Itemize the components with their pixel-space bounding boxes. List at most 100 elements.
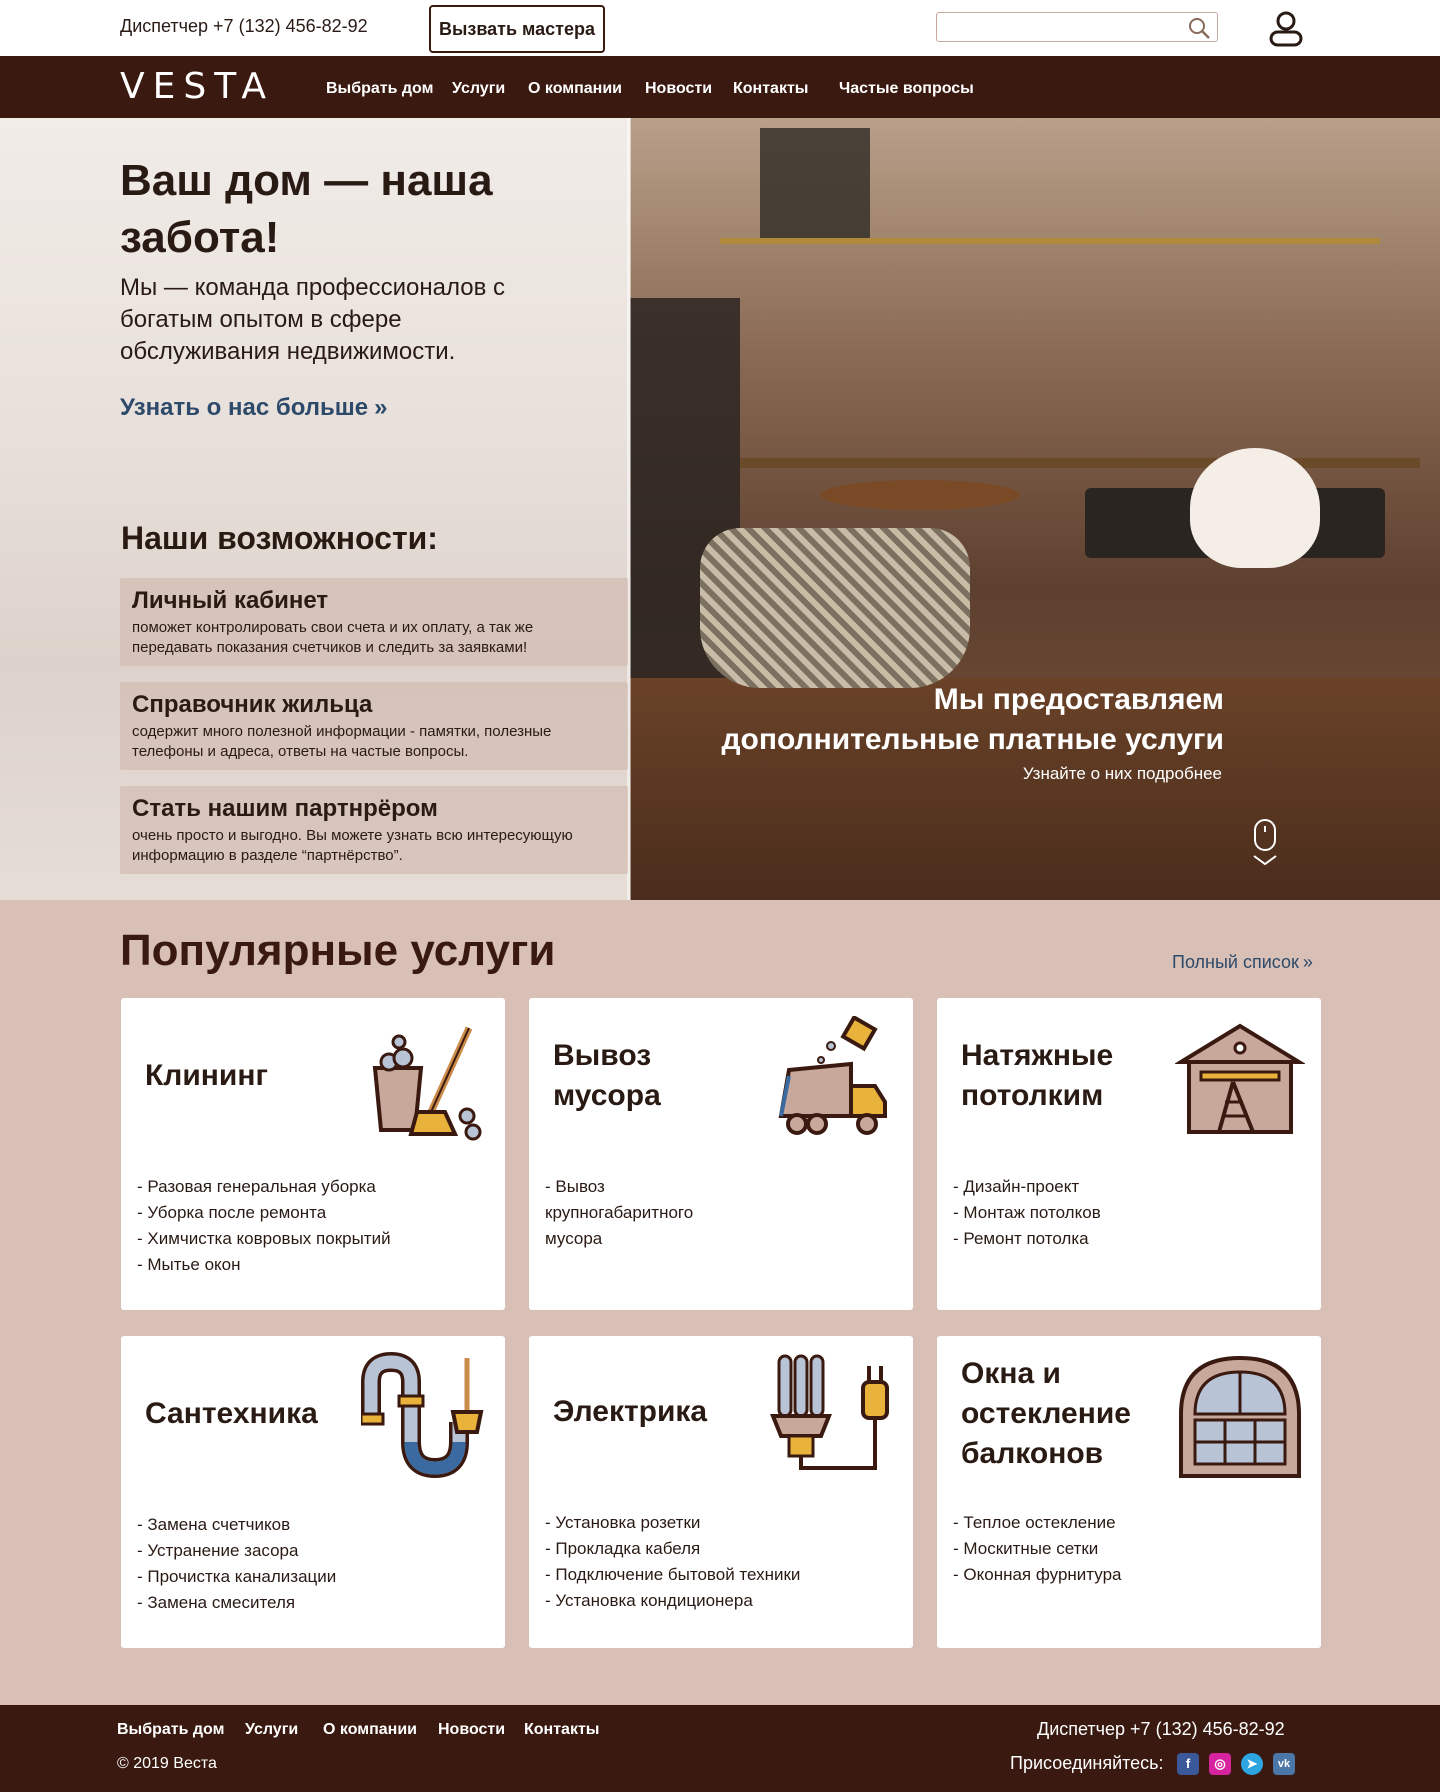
services-title: Популярные услуги	[120, 926, 556, 975]
dispatcher-phone[interactable]: Диспетчер +7 (132) 456-82-92	[120, 16, 368, 37]
nav-contacts[interactable]: Контакты	[733, 80, 808, 98]
instagram-icon[interactable]: ◎	[1209, 1753, 1231, 1775]
nav-about[interactable]: О компании	[528, 80, 622, 98]
capability-desc: очень просто и выгодно. Вы можете узнать…	[132, 827, 573, 864]
hero-title: Ваш дом — наша забота!	[120, 156, 493, 262]
hero-photo-shelf	[720, 238, 1380, 244]
capability-resident-guide[interactable]: Справочник жильца содержит много полезно…	[120, 682, 628, 770]
paid-services-promo-link[interactable]: Узнайте о них подробнее	[900, 764, 1222, 784]
service-list: - Дизайн-проект - Монтаж потолков - Ремо…	[953, 1174, 1303, 1252]
service-card-title: Вывоз мусора	[553, 1039, 661, 1112]
hero-photo-books	[760, 128, 870, 238]
nav-services[interactable]: Услуги	[452, 80, 505, 98]
service-list-item: - Дизайн-проект	[953, 1177, 1080, 1196]
service-list-item: - Замена счетчиков	[137, 1515, 291, 1534]
top-bar: Диспетчер +7 (132) 456-82-92 Вызвать мас…	[0, 0, 1440, 56]
service-card-title: Окна и остекление балконов	[961, 1357, 1131, 1470]
service-list-item: - Разовая генеральная уборка	[137, 1177, 376, 1196]
full-list-link[interactable]: Полный список»	[1172, 952, 1313, 973]
about-more-link-label: Узнать о нас больше	[120, 394, 369, 421]
facebook-icon[interactable]: f	[1177, 1753, 1199, 1775]
footer-nav-services[interactable]: Услуги	[245, 1721, 298, 1739]
nav-choose-house[interactable]: Выбрать дом	[326, 80, 433, 98]
capability-partner[interactable]: Стать нашим партнрёром очень просто и вы…	[120, 786, 628, 874]
service-list-item: - Теплое остекление	[953, 1513, 1116, 1532]
service-list: - Установка розетки - Прокладка кабеля -…	[545, 1510, 895, 1614]
service-list: - Разовая генеральная уборка - Уборка по…	[137, 1174, 487, 1278]
search-input[interactable]	[937, 13, 1177, 41]
footer-nav-contacts[interactable]: Контакты	[524, 1721, 599, 1739]
footer-nav-news[interactable]: Новости	[438, 1721, 505, 1739]
nav-news[interactable]: Новости	[645, 80, 712, 98]
service-list-item: - Оконная фурнитура	[953, 1565, 1122, 1584]
cleaning-icon	[372, 1026, 482, 1141]
footer: Выбрать дом Услуги О компании Новости Ко…	[0, 1705, 1440, 1792]
hero-divider	[627, 118, 631, 900]
capabilities-title: Наши возможности:	[121, 520, 438, 556]
service-card-windows[interactable]: Окна и остекление балконов - Теплое осте…	[937, 1336, 1321, 1648]
service-card-electrics[interactable]: Электрика - Установка розетки - Прокладк…	[529, 1336, 913, 1648]
footer-nav-choose-house[interactable]: Выбрать дом	[117, 1721, 224, 1739]
double-chevron-right-icon: »	[1302, 952, 1313, 972]
call-master-button[interactable]: Вызвать мастера	[429, 5, 605, 53]
hero-description: Мы — команда профессионалов с богатым оп…	[120, 274, 505, 365]
garbage-truck-icon	[778, 1016, 887, 1135]
service-list-item: - Прочистка канализации	[137, 1567, 337, 1586]
capability-title: Личный кабинет	[132, 587, 329, 614]
about-more-link[interactable]: Узнать о нас больше»	[120, 394, 387, 422]
scroll-mouse-icon[interactable]	[1250, 818, 1282, 868]
service-card-plumbing[interactable]: Сантехника - Замена счетчиков - Устранен…	[121, 1336, 505, 1648]
hero-section: Ваш дом — наша забота! Мы — команда проф…	[0, 118, 1440, 900]
capability-desc: поможет контролировать свои счета и их о…	[132, 619, 534, 656]
main-nav: VESTA Выбрать дом Услуги О компании Ново…	[0, 56, 1440, 118]
service-list: - Замена счетчиков - Устранение засора -…	[137, 1512, 487, 1616]
copyright: © 2019 Веста	[117, 1755, 217, 1772]
house-ladder-icon	[1175, 1023, 1305, 1134]
service-list-item: - Вывоз крупногабаритного мусора	[545, 1177, 694, 1248]
nav-faq[interactable]: Частые вопросы	[839, 80, 974, 98]
vk-icon[interactable]: vk	[1273, 1753, 1295, 1775]
service-card-title: Электрика	[553, 1395, 708, 1428]
service-list: - Вывоз крупногабаритного мусора	[545, 1174, 725, 1252]
service-list-item: - Химчистка ковровых покрытий	[137, 1229, 391, 1248]
footer-join-label: Присоединяйтесь:	[1010, 1753, 1164, 1773]
service-list-item: - Мытье окон	[137, 1255, 241, 1274]
hero-photo-table	[820, 480, 1020, 510]
full-list-label: Полный список	[1172, 952, 1299, 972]
capability-desc: содержит много полезной информации - пам…	[132, 723, 552, 760]
capability-title: Справочник жильца	[132, 691, 373, 718]
hero-photo-shelf-lower	[740, 458, 1420, 468]
service-list-item: - Установка розетки	[545, 1513, 701, 1532]
service-list-item: - Монтаж потолков	[953, 1203, 1101, 1222]
service-card-ceilings[interactable]: Натяжные потолким - Дизайн-проект - Монт…	[937, 998, 1321, 1310]
lamp-plug-icon	[770, 1354, 889, 1470]
service-list: - Теплое остекление - Москитные сетки - …	[953, 1510, 1303, 1588]
search-box	[936, 12, 1218, 42]
service-card-title: Клининг	[145, 1059, 268, 1092]
footer-dispatcher-phone[interactable]: Диспетчер +7 (132) 456-82-92	[1037, 1719, 1285, 1740]
service-list-item: - Устранение засора	[137, 1541, 299, 1560]
capability-personal-account[interactable]: Личный кабинет поможет контролировать св…	[120, 578, 628, 666]
service-list-item: - Подключение бытовой техники	[545, 1565, 801, 1584]
footer-nav-about[interactable]: О компании	[323, 1721, 417, 1739]
service-card-garbage[interactable]: Вывоз мусора - Вывоз крупногабаритного м…	[529, 998, 913, 1310]
service-list-item: - Прокладка кабеля	[545, 1539, 701, 1558]
service-list-item: - Ремонт потолка	[953, 1229, 1089, 1248]
user-account-icon[interactable]	[1266, 8, 1306, 48]
telegram-icon[interactable]: ➤	[1241, 1753, 1263, 1775]
service-list-item: - Установка кондиционера	[545, 1591, 753, 1610]
hero-photo-cat	[1190, 448, 1320, 568]
search-icon[interactable]	[1187, 16, 1211, 40]
logo[interactable]: VESTA	[120, 66, 274, 107]
paid-services-promo-title: Мы предоставляем дополнительные платные …	[721, 683, 1224, 756]
service-list-item: - Уборка после ремонта	[137, 1203, 327, 1222]
service-list-item: - Замена смесителя	[137, 1593, 296, 1612]
hero-photo-pouf	[700, 528, 970, 688]
service-card-title: Сантехника	[145, 1397, 318, 1430]
service-list-item: - Москитные сетки	[953, 1539, 1099, 1558]
double-chevron-right-icon: »	[374, 394, 388, 421]
service-card-cleaning[interactable]: Клининг - Разовая генеральная уборка - У…	[121, 998, 505, 1310]
popular-services-section: Популярные услуги Полный список» Клининг…	[0, 900, 1440, 1705]
service-card-title: Натяжные потолким	[961, 1039, 1114, 1112]
capability-title: Стать нашим партнрёром	[132, 795, 438, 822]
